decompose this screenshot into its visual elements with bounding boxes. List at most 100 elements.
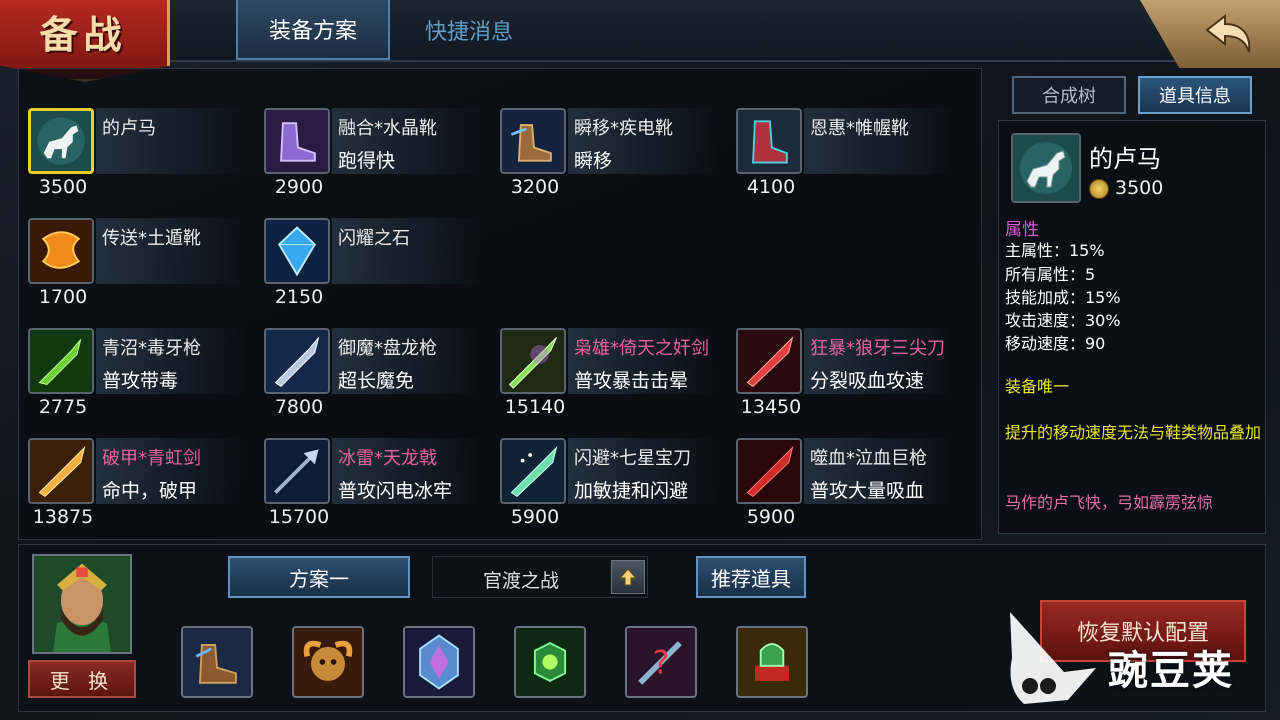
item-card[interactable]: 御魔*盘龙枪 超长魔免 7800 — [254, 328, 490, 438]
item-price: 7800 — [274, 396, 324, 418]
poison-spear-icon — [28, 328, 94, 394]
item-name: 恩惠*帷幄靴 — [810, 118, 909, 139]
item-info: 闪耀之石 — [332, 218, 482, 284]
item-card[interactable]: 青沼*毒牙枪 普攻带毒 2775 — [18, 328, 254, 438]
item-desc: 分裂吸血攻速 — [810, 370, 925, 392]
item-info: 恩惠*帷幄靴 — [804, 108, 954, 174]
item-desc: 普攻大量吸血 — [810, 480, 925, 502]
item-card[interactable]: 冰雷*天龙戟 普攻闪电冰牢 15700 — [254, 438, 490, 548]
item-card[interactable]: 的卢马 3500 — [18, 108, 254, 218]
item-info: 噬血*泣血巨枪 普攻大量吸血 — [804, 438, 954, 504]
item-desc: 普攻带毒 — [102, 370, 179, 392]
item-info: 传送*土遁靴 — [96, 218, 246, 284]
dragon-spear-icon — [264, 328, 330, 394]
gem-icon — [264, 218, 330, 284]
item-card[interactable]: 瞬移*疾电靴 瞬移 3200 — [490, 108, 726, 218]
item-info: 闪避*七星宝刀 加敏捷和闪避 — [568, 438, 718, 504]
ram-skull-icon — [294, 628, 362, 696]
map-select-label: 官渡之战 — [482, 570, 559, 592]
swap-hero-button[interactable]: 更 换 — [28, 660, 136, 698]
stacking-note: 提升的移动速度无法与鞋类物品叠加 — [1005, 423, 1262, 442]
item-card[interactable]: 噬血*泣血巨枪 普攻大量吸血 5900 — [726, 438, 962, 548]
item-price: 3500 — [38, 176, 88, 198]
item-info: 枭雄*倚天之奸剑 普攻暴击击晕 — [568, 328, 718, 394]
item-desc: 命中，破甲 — [102, 480, 198, 502]
item-info: 破甲*青虹剑 命中，破甲 — [96, 438, 246, 504]
green-sword-icon — [500, 328, 566, 394]
recommend-items-button[interactable]: 推荐道具 — [696, 556, 806, 598]
item-price: 1700 — [38, 286, 88, 308]
item-price: 2775 — [38, 396, 88, 418]
crystal-boots-icon — [264, 108, 330, 174]
item-name: 御魔*盘龙枪 — [338, 338, 437, 359]
item-detail-panel: 的卢马 3500 属性 主属性：15% 所有属性：5 技能加成：15% 攻击速度… — [998, 120, 1266, 534]
item-price: 13875 — [32, 506, 94, 528]
loadout-slot-5[interactable]: ? — [625, 626, 697, 698]
item-price: 13450 — [740, 396, 802, 418]
back-arrow-icon — [1205, 13, 1251, 53]
item-name: 传送*土遁靴 — [102, 228, 201, 249]
tab-item-info[interactable]: 道具信息 — [1138, 76, 1252, 114]
plan-select-button[interactable]: 方案一 — [228, 556, 410, 598]
item-info: 融合*水晶靴 跑得快 — [332, 108, 482, 174]
item-card[interactable]: 枭雄*倚天之奸剑 普攻暴击击晕 15140 — [490, 328, 726, 438]
mystery-icon: ? — [627, 628, 695, 696]
item-name: 融合*水晶靴 — [338, 118, 437, 139]
item-price: 15140 — [504, 396, 566, 418]
item-card[interactable]: 狂暴*狼牙三尖刀 分裂吸血攻速 13450 — [726, 328, 962, 438]
item-info: 瞬移*疾电靴 瞬移 — [568, 108, 718, 174]
horse-icon — [1011, 133, 1081, 203]
loadout-slot-2[interactable] — [292, 626, 364, 698]
loadout-slot-3[interactable] — [403, 626, 475, 698]
item-card[interactable]: 传送*土遁靴 1700 — [18, 218, 254, 328]
item-info: 御魔*盘龙枪 超长魔免 — [332, 328, 482, 394]
attribute-line: 技能加成：15% — [1005, 288, 1121, 307]
green-cube-icon — [516, 628, 584, 696]
tab-synthesis-tree[interactable]: 合成树 — [1012, 76, 1126, 114]
item-card[interactable]: 恩惠*帷幄靴 4100 — [726, 108, 962, 218]
tab-quick-message[interactable]: 快捷消息 — [392, 0, 546, 60]
item-price: 4100 — [746, 176, 796, 198]
item-price: 15700 — [268, 506, 330, 528]
item-desc: 瞬移 — [574, 150, 613, 172]
item-price: 2150 — [274, 286, 324, 308]
watermark-text: 豌豆荚 — [1108, 648, 1234, 694]
item-price: 5900 — [746, 506, 796, 528]
golden-sword-icon — [28, 438, 94, 504]
lightning-boots-icon — [500, 108, 566, 174]
item-name: 狂暴*狼牙三尖刀 — [810, 338, 945, 359]
attribute-line: 主属性：15% — [1005, 241, 1105, 260]
coin-icon — [1089, 179, 1109, 199]
item-card[interactable]: 破甲*青虹剑 命中，破甲 13875 — [18, 438, 254, 548]
loadout-slot-6[interactable] — [736, 626, 808, 698]
hero-portrait[interactable] — [32, 554, 132, 654]
loadout-slot-1[interactable] — [181, 626, 253, 698]
top-bar — [0, 0, 1280, 62]
item-desc: 加敏捷和闪避 — [574, 480, 689, 502]
jade-seal-icon — [738, 628, 806, 696]
item-price: 3200 — [510, 176, 560, 198]
detail-item-price: 3500 — [1115, 177, 1164, 199]
unique-note: 装备唯一 — [1005, 377, 1070, 396]
item-name: 枭雄*倚天之奸剑 — [574, 338, 709, 359]
map-select-arrow-button[interactable] — [611, 560, 645, 594]
item-desc: 普攻闪电冰牢 — [338, 480, 453, 502]
red-blade-icon — [736, 328, 802, 394]
item-name: 闪避*七星宝刀 — [574, 448, 691, 469]
item-card[interactable]: 融合*水晶靴 跑得快 2900 — [254, 108, 490, 218]
map-select[interactable]: 官渡之战 — [432, 556, 648, 598]
loadout-slot-4[interactable] — [514, 626, 586, 698]
seven-star-blade-icon — [500, 438, 566, 504]
item-desc: 普攻暴击击晕 — [574, 370, 689, 392]
attribute-line: 攻击速度：30% — [1005, 311, 1121, 330]
item-name: 噬血*泣血巨枪 — [810, 448, 927, 469]
item-card[interactable]: 闪耀之石 2150 — [254, 218, 490, 328]
tab-equipment-plan[interactable]: 装备方案 — [236, 0, 390, 60]
item-price: 5900 — [510, 506, 560, 528]
item-card[interactable]: 闪避*七星宝刀 加敏捷和闪避 5900 — [490, 438, 726, 548]
attribute-line: 所有属性：5 — [1005, 265, 1096, 284]
crystal-armor-icon — [405, 628, 473, 696]
lore-text: 马作的卢飞快，弓如霹雳弦惊 — [1005, 493, 1214, 512]
pea-logo-icon — [1010, 612, 1096, 704]
item-desc: 跑得快 — [338, 150, 396, 172]
